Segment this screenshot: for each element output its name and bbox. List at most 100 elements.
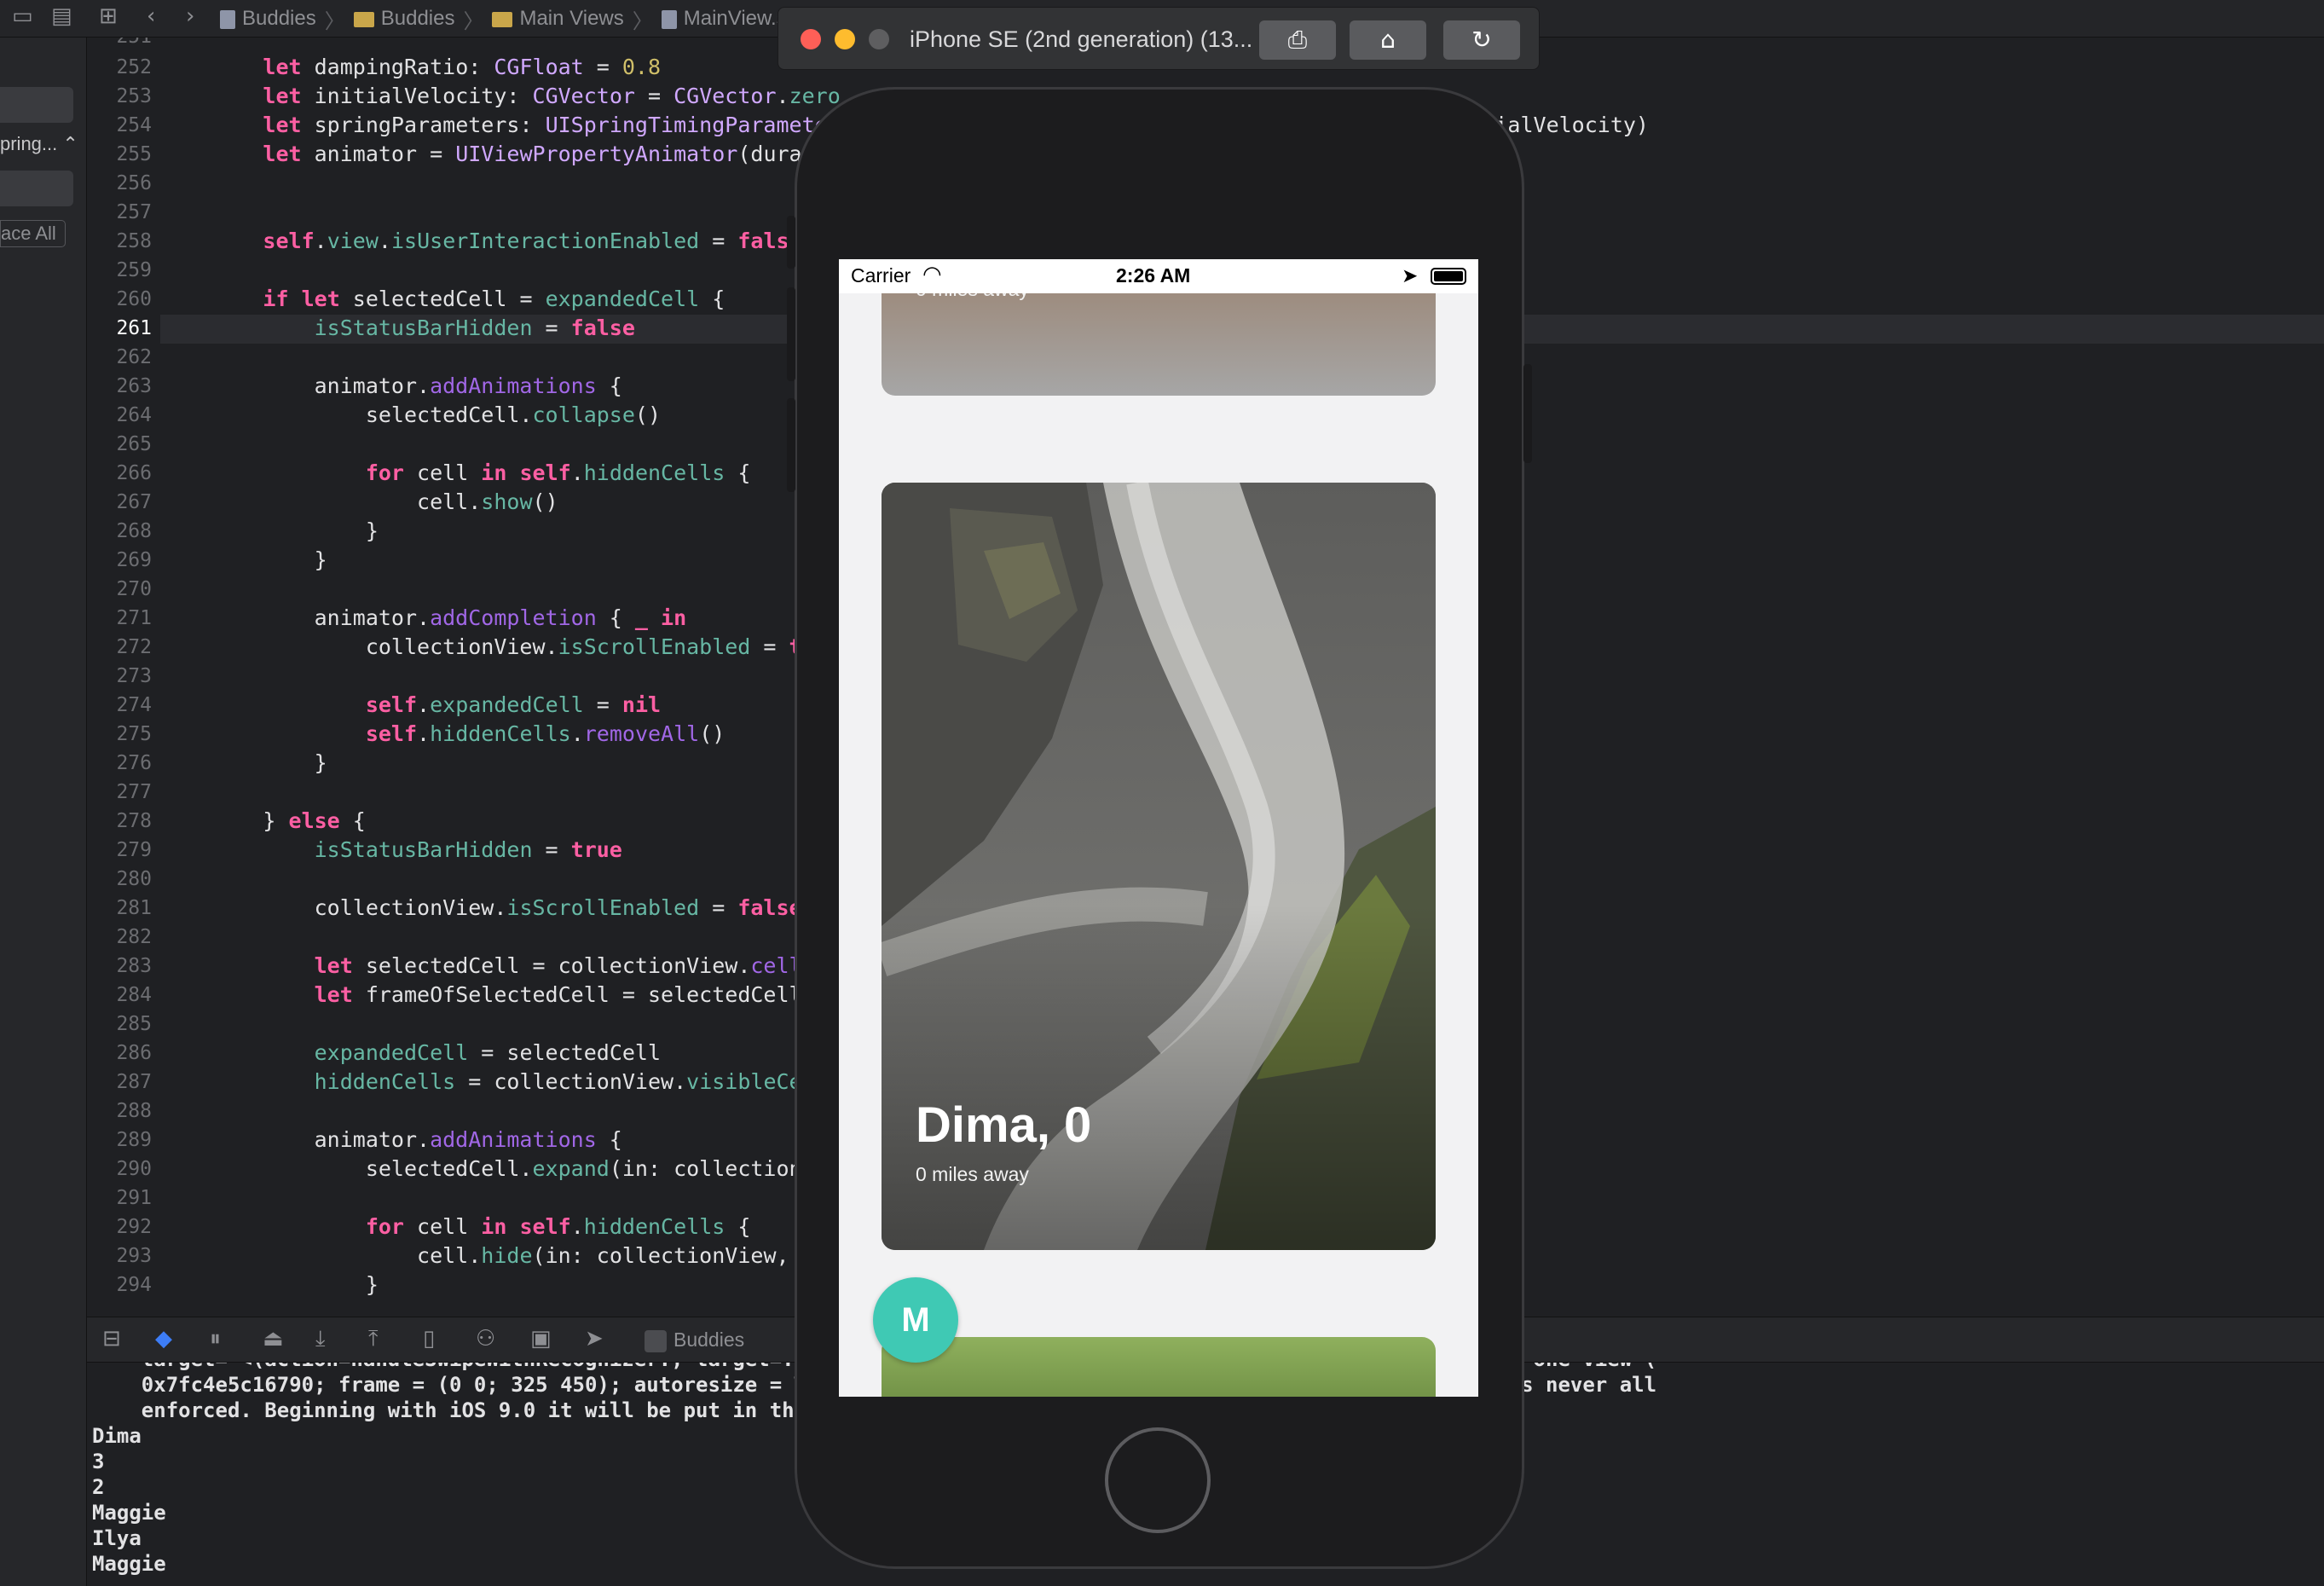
wifi-icon: ◠ — [922, 261, 942, 287]
code-line[interactable]: if let selectedCell = expandedCell { — [160, 287, 725, 311]
run-destination-icon[interactable]: ▭ — [12, 3, 33, 29]
pause-icon[interactable]: ⏸ — [210, 1326, 221, 1352]
code-line[interactable]: } — [160, 518, 379, 543]
step-out-icon[interactable]: ⤒ — [368, 1326, 379, 1352]
view-debugger-icon[interactable]: ▯ — [423, 1326, 435, 1352]
code-line[interactable]: isStatusBarHidden = false — [160, 315, 635, 340]
line-number: 271 — [116, 607, 152, 629]
back-icon[interactable]: ‹ — [147, 3, 155, 29]
line-number-gutter: 251 252 253 254 255 256 257 258 259 260 261 262 263… — [87, 38, 160, 1317]
status-bar: Carrier ◠ 2:26 AM ➤ — [839, 259, 1478, 293]
line-number: 278 — [116, 810, 152, 832]
code-line[interactable]: } else { — [160, 808, 365, 833]
device-home-button[interactable] — [1105, 1427, 1211, 1533]
status-time: 2:26 AM — [1116, 264, 1191, 287]
line-number: 274 — [116, 694, 152, 716]
code-line[interactable]: animator.addAnimations { — [160, 373, 622, 398]
code-line[interactable]: for cell in self.hiddenCells { — [160, 460, 751, 485]
line-number: 252 — [116, 56, 152, 78]
code-line[interactable]: isStatusBarHidden = true — [160, 837, 622, 862]
find-options-label[interactable]: pring... ⌃ — [0, 133, 78, 155]
line-number: 290 — [116, 1158, 152, 1180]
grid-icon[interactable]: ⊞ — [99, 3, 118, 29]
code-line[interactable]: selectedCell.expand(in: collectionView) — [160, 1156, 866, 1181]
code-line[interactable]: cell.show() — [160, 489, 558, 514]
code-line[interactable]: } — [160, 1272, 379, 1297]
code-line[interactable]: self.view.isUserInteractionEnabled = fal… — [160, 229, 801, 253]
line-number: 251 — [116, 38, 152, 48]
code-line[interactable]: expandedCell = selectedCell — [160, 1040, 661, 1065]
location-icon[interactable]: ➤ — [585, 1326, 604, 1352]
code-line[interactable]: let initialVelocity: CGVector = CGVector… — [160, 84, 840, 108]
zoom-window-icon[interactable] — [869, 29, 889, 49]
code-line[interactable]: collectionView.isScrollEnabled = true — [160, 634, 841, 659]
hide-debug-area-icon[interactable]: ⊟ — [102, 1326, 121, 1352]
folder-icon — [492, 11, 513, 27]
line-number: 284 — [116, 984, 152, 1006]
target-selector[interactable]: Buddies — [645, 1328, 744, 1352]
app-icon — [645, 1329, 667, 1352]
code-line[interactable]: animator.addCompletion { _ in — [160, 605, 687, 630]
code-line[interactable]: let dampingRatio: CGFloat = 0.8 — [160, 55, 661, 79]
line-number: 265 — [116, 433, 152, 455]
screenshot-button[interactable]: ⎙ — [1259, 20, 1336, 60]
jump-bar-group[interactable]: Buddies — [353, 7, 454, 31]
home-button[interactable]: ⌂ — [1350, 20, 1426, 60]
line-number: 268 — [116, 520, 152, 542]
step-into-icon[interactable]: ⤓ — [315, 1326, 326, 1352]
swift-file-icon — [661, 9, 677, 29]
jump-bar-folder[interactable]: Main Views — [492, 7, 624, 31]
line-number: 272 — [116, 636, 152, 658]
step-over-icon[interactable]: ⏏ — [263, 1326, 284, 1352]
line-number: 287 — [116, 1071, 152, 1093]
profile-card[interactable] — [882, 1337, 1436, 1397]
code-line[interactable]: let animator = UIViewPropertyAnimator(du… — [160, 142, 853, 166]
rotate-button[interactable]: ↻ — [1443, 20, 1520, 60]
mute-switch — [787, 216, 795, 269]
line-number: 262 — [116, 346, 152, 368]
line-number: 288 — [116, 1100, 152, 1122]
location-arrow-icon: ➤ — [1402, 264, 1419, 287]
console-line: Maggie — [92, 1501, 166, 1525]
profile-card[interactable]: Dima, 0 0 miles away — [882, 483, 1436, 1250]
forward-icon[interactable]: › — [186, 3, 194, 29]
find-field[interactable] — [0, 87, 73, 123]
code-line[interactable]: } — [160, 547, 327, 572]
line-number: 292 — [116, 1216, 152, 1238]
code-line[interactable]: self.expandedCell = nil — [160, 692, 661, 717]
code-line[interactable]: for cell in self.hiddenCells { — [160, 1214, 751, 1239]
console-line: Dima — [92, 1424, 142, 1448]
line-number: 261 — [116, 317, 152, 339]
minimize-window-icon[interactable] — [835, 29, 855, 49]
jump-bar[interactable]: Buddies 〉 Buddies 〉 Main Views 〉 MainVie… — [220, 3, 801, 34]
code-line[interactable]: } — [160, 750, 327, 775]
comment-icon[interactable]: ▤ — [51, 3, 72, 29]
line-number: 276 — [116, 752, 152, 774]
jump-bar-project[interactable]: Buddies — [220, 7, 316, 31]
close-window-icon[interactable] — [801, 29, 821, 49]
code-line[interactable]: selectedCell.collapse() — [160, 402, 661, 427]
line-number: 259 — [116, 259, 152, 281]
screenshot-icon: ⎙ — [1287, 26, 1308, 54]
breakpoints-icon[interactable]: ◆ — [155, 1326, 172, 1352]
code-line[interactable]: animator.addAnimations { — [160, 1127, 622, 1152]
line-number: 269 — [116, 549, 152, 571]
code-line[interactable]: collectionView.isScrollEnabled = false — [160, 895, 802, 920]
avatar[interactable]: M — [873, 1277, 958, 1363]
code-line[interactable]: hiddenCells = collectionView.visibleCell… — [160, 1069, 841, 1094]
code-line[interactable]: let frameOfSelectedCell = selectedCell.f… — [160, 982, 879, 1007]
code-line[interactable]: let selectedCell = collectionView.cellFo… — [160, 953, 892, 978]
simulator-title: iPhone SE (2nd generation) (13... — [910, 26, 1253, 52]
line-number: 266 — [116, 462, 152, 484]
environment-overrides-icon[interactable]: ▣ — [530, 1326, 552, 1352]
line-number: 294 — [116, 1274, 152, 1296]
find-panel: pring... ⌃ ace All — [0, 38, 87, 1586]
line-number: 293 — [116, 1245, 152, 1267]
line-number: 264 — [116, 404, 152, 426]
line-number: 286 — [116, 1042, 152, 1064]
replace-field[interactable] — [0, 171, 73, 206]
memory-graph-icon[interactable]: ⚇ — [476, 1326, 495, 1352]
replace-all-button[interactable]: ace All — [0, 220, 66, 247]
code-line[interactable]: self.hiddenCells.removeAll() — [160, 721, 726, 746]
chevron-updown-icon: ⌃ — [62, 133, 78, 154]
